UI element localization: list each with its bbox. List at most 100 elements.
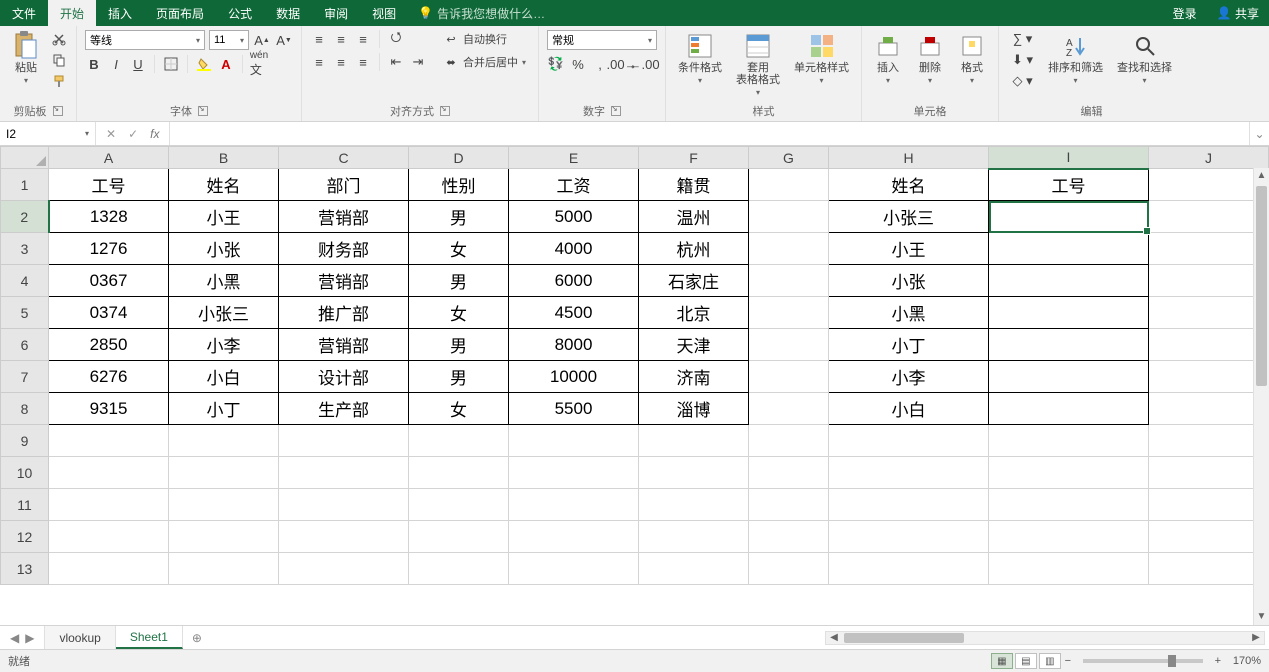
font-size-selector[interactable]: 11▾ [209, 30, 249, 50]
cell-E10[interactable] [509, 457, 639, 489]
cell-J12[interactable] [1149, 521, 1269, 553]
cell-B3[interactable]: 小张 [169, 233, 279, 265]
zoom-out-button[interactable]: − [1061, 655, 1075, 667]
cell-F2[interactable]: 温州 [639, 201, 749, 233]
cell-J10[interactable] [1149, 457, 1269, 489]
col-header-H[interactable]: H [829, 147, 989, 169]
share-button[interactable]: 👤 共享 [1207, 0, 1269, 26]
cell-B8[interactable]: 小丁 [169, 393, 279, 425]
align-middle-button[interactable]: ≡ [332, 30, 350, 48]
cell-A7[interactable]: 6276 [49, 361, 169, 393]
cell-B1[interactable]: 姓名 [169, 169, 279, 201]
cell-E13[interactable] [509, 553, 639, 585]
cell-A12[interactable] [49, 521, 169, 553]
sheet-tab-sheet1[interactable]: Sheet1 [116, 626, 183, 649]
cell-F3[interactable]: 杭州 [639, 233, 749, 265]
cell-F8[interactable]: 淄博 [639, 393, 749, 425]
cell-D5[interactable]: 女 [409, 297, 509, 329]
cell-G13[interactable] [749, 553, 829, 585]
scroll-up-button[interactable]: ▲ [1254, 168, 1269, 184]
cell-G4[interactable] [749, 265, 829, 297]
cell-C13[interactable] [279, 553, 409, 585]
font-name-selector[interactable]: 等线▾ [85, 30, 205, 50]
number-dialog-launcher[interactable] [611, 106, 621, 116]
cell-B6[interactable]: 小李 [169, 329, 279, 361]
tab-insert[interactable]: 插入 [96, 0, 144, 26]
cell-G7[interactable] [749, 361, 829, 393]
row-header-7[interactable]: 7 [1, 361, 49, 393]
cell-C4[interactable]: 营销部 [279, 265, 409, 297]
cell-H13[interactable] [829, 553, 989, 585]
cell-D9[interactable] [409, 425, 509, 457]
align-top-button[interactable]: ≡ [310, 30, 328, 48]
cell-I12[interactable] [989, 521, 1149, 553]
cell-F12[interactable] [639, 521, 749, 553]
fill-button[interactable]: ⬇ ▾ [1007, 51, 1038, 69]
cell-H10[interactable] [829, 457, 989, 489]
cell-C11[interactable] [279, 489, 409, 521]
cell-E11[interactable] [509, 489, 639, 521]
sheet-tab-vlookup[interactable]: vlookup [45, 626, 115, 649]
row-header-12[interactable]: 12 [1, 521, 49, 553]
cell-I5[interactable] [989, 297, 1149, 329]
borders-button[interactable] [162, 55, 180, 73]
paste-button[interactable]: 粘贴 ▾ [8, 30, 44, 87]
cell-B9[interactable] [169, 425, 279, 457]
cell-F13[interactable] [639, 553, 749, 585]
cell-J6[interactable] [1149, 329, 1269, 361]
col-header-B[interactable]: B [169, 147, 279, 169]
cell-B4[interactable]: 小黑 [169, 265, 279, 297]
cell-F7[interactable]: 济南 [639, 361, 749, 393]
select-all-button[interactable] [1, 147, 49, 169]
cell-C5[interactable]: 推广部 [279, 297, 409, 329]
insert-cells-button[interactable]: 插入▾ [870, 30, 906, 87]
cell-I9[interactable] [989, 425, 1149, 457]
cell-B10[interactable] [169, 457, 279, 489]
cell-C7[interactable]: 设计部 [279, 361, 409, 393]
cell-D1[interactable]: 性别 [409, 169, 509, 201]
cell-I8[interactable] [989, 393, 1149, 425]
autosum-button[interactable]: ∑ ▾ [1007, 30, 1038, 48]
cell-I10[interactable] [989, 457, 1149, 489]
cell-G9[interactable] [749, 425, 829, 457]
number-format-selector[interactable]: 常规▾ [547, 30, 657, 50]
cell-G5[interactable] [749, 297, 829, 329]
cell-J13[interactable] [1149, 553, 1269, 585]
scroll-right-button[interactable]: ▶ [1248, 632, 1264, 644]
cell-D10[interactable] [409, 457, 509, 489]
cell-H8[interactable]: 小白 [829, 393, 989, 425]
row-header-1[interactable]: 1 [1, 169, 49, 201]
cell-C3[interactable]: 财务部 [279, 233, 409, 265]
cell-I3[interactable] [989, 233, 1149, 265]
align-right-button[interactable]: ≡ [354, 53, 372, 71]
decrease-decimal-button[interactable]: ←.00 [635, 55, 653, 73]
cell-H2[interactable]: 小张三 [829, 201, 989, 233]
cell-A6[interactable]: 2850 [49, 329, 169, 361]
page-break-view-button[interactable]: ▥ [1039, 653, 1061, 669]
tab-review[interactable]: 审阅 [312, 0, 360, 26]
zoom-in-button[interactable]: + [1211, 655, 1225, 667]
cell-E1[interactable]: 工资 [509, 169, 639, 201]
cell-I7[interactable] [989, 361, 1149, 393]
cell-F5[interactable]: 北京 [639, 297, 749, 329]
cancel-formula-button[interactable]: ✕ [106, 127, 116, 141]
cell-E9[interactable] [509, 425, 639, 457]
scroll-left-button[interactable]: ◀ [826, 632, 842, 644]
cell-J4[interactable] [1149, 265, 1269, 297]
cell-A13[interactable] [49, 553, 169, 585]
vertical-scrollbar[interactable]: ▲ ▼ [1253, 168, 1269, 625]
phonetic-button[interactable]: wén文 [250, 55, 268, 73]
clipboard-dialog-launcher[interactable] [53, 106, 63, 116]
percent-button[interactable]: % [569, 55, 587, 73]
cell-D2[interactable]: 男 [409, 201, 509, 233]
cell-J9[interactable] [1149, 425, 1269, 457]
cell-H4[interactable]: 小张 [829, 265, 989, 297]
cell-G10[interactable] [749, 457, 829, 489]
col-header-F[interactable]: F [639, 147, 749, 169]
cell-H1[interactable]: 姓名 [829, 169, 989, 201]
name-box[interactable]: I2▾ [0, 122, 96, 145]
cell-F11[interactable] [639, 489, 749, 521]
font-dialog-launcher[interactable] [198, 106, 208, 116]
cell-B11[interactable] [169, 489, 279, 521]
cell-A2[interactable]: 1328 [49, 201, 169, 233]
